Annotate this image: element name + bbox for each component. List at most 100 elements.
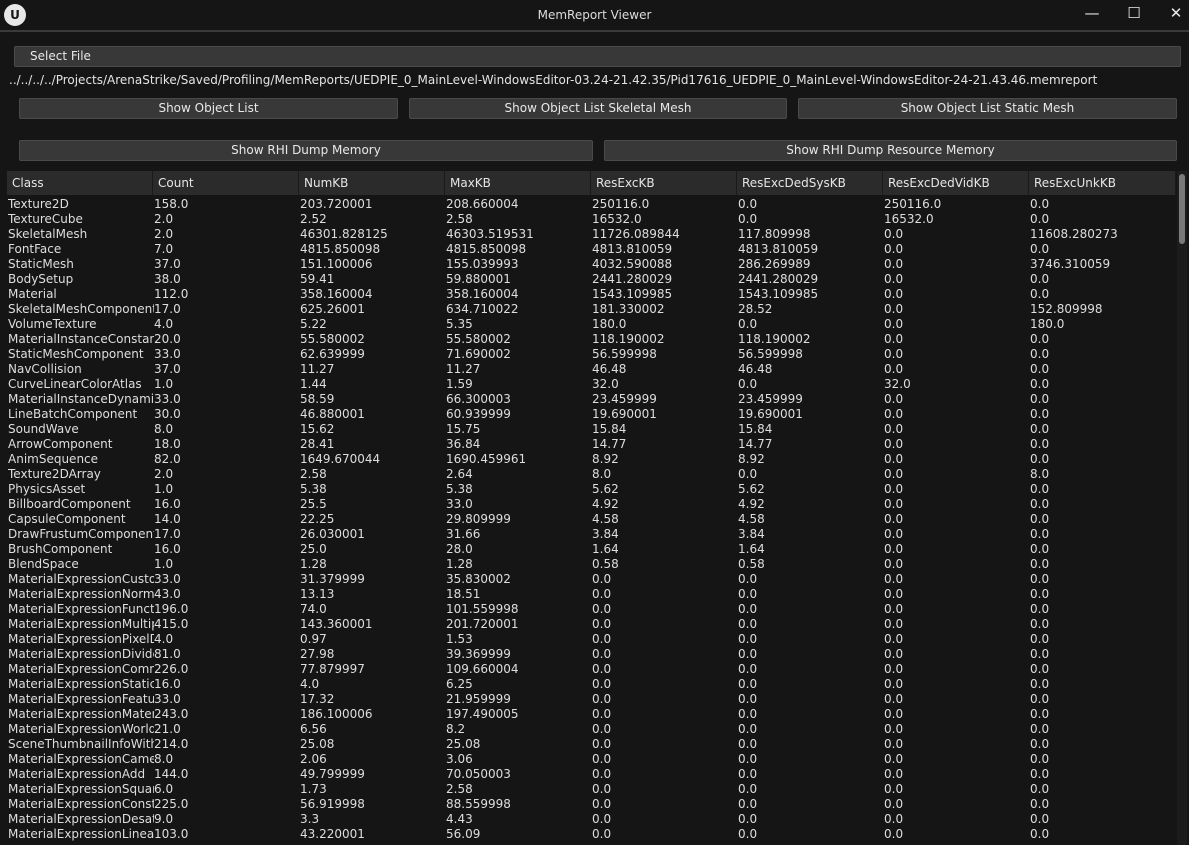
minimize-icon[interactable]: — xyxy=(1075,2,1109,24)
table-cell: 1.44 xyxy=(300,377,327,391)
show-rhi-dump-button[interactable]: Show RHI Dump Memory xyxy=(19,140,593,161)
scrollbar-thumb[interactable] xyxy=(1179,174,1185,244)
table-cell: 33.0 xyxy=(154,392,181,406)
table-cell: 0.0 xyxy=(1030,437,1050,451)
show-object-list-button[interactable]: Show Object List xyxy=(19,98,398,119)
table-cell: 0.0 xyxy=(738,317,758,331)
table-row[interactable]: PhysicsAsset 1.0 5.38 5.38 5.62 5.62 0.0 0.0 xyxy=(7,482,1176,497)
table-cell: 0.0 xyxy=(884,287,904,301)
table-cell: 21.0 xyxy=(154,722,181,736)
table-row[interactable]: MaterialInstanceDynamic 33.0 58.59 66.30000… xyxy=(7,392,1176,407)
column-header[interactable]: ResExcUnkKB xyxy=(1029,171,1176,195)
table-row[interactable]: CurveLinearColorAtlas 1.0 1.44 1.59 32.0 0.0 3… xyxy=(7,377,1176,392)
table-cell: 0.58 xyxy=(738,557,765,571)
table-cell: 2.0 xyxy=(154,467,174,481)
table-row[interactable]: MaterialExpressionMultiply 415.0 143.36000… xyxy=(7,617,1176,632)
table-row[interactable]: MaterialExpressionCustom 33.0 31.379999 35.… xyxy=(7,572,1176,587)
table-row[interactable]: Texture2DArray 2.0 2.58 2.64 8.0 0.0 0.0 8.0 xyxy=(7,467,1176,482)
table-cell: 0.0 xyxy=(592,662,612,676)
column-header[interactable]: MaxKB xyxy=(445,171,591,195)
table-cell: SceneThumbnailInfoWithPrimitive xyxy=(8,737,154,751)
table-cell: 0.0 xyxy=(1030,767,1050,781)
table-cell: 59.880001 xyxy=(446,272,511,286)
table-row[interactable]: AnimSequence 82.0 1649.670044 1690.459961 8.… xyxy=(7,452,1176,467)
column-header[interactable]: Class xyxy=(7,171,153,195)
table-cell: 0.0 xyxy=(738,662,758,676)
table-row[interactable]: MaterialExpressionNormalize43.0 13.13 18.5… xyxy=(7,587,1176,602)
table-cell: 4032.590088 xyxy=(592,257,673,271)
show-object-list-skeletal-button[interactable]: Show Object List Skeletal Mesh xyxy=(409,98,787,119)
table-row[interactable]: MaterialExpressionDivide 81.0 27.98 39.3699… xyxy=(7,647,1176,662)
show-rhi-dump-resource-button[interactable]: Show RHI Dump Resource Memory xyxy=(604,140,1177,161)
table-row[interactable]: MaterialInstanceConstant 20.0 55.580002 55.… xyxy=(7,332,1176,347)
table-cell: 0.0 xyxy=(738,197,758,211)
column-header[interactable]: Count xyxy=(153,171,299,195)
table-row[interactable]: NavCollision 37.0 11.27 11.27 46.48 46.48 0.0 0… xyxy=(7,362,1176,377)
table-cell: CurveLinearColorAtlas xyxy=(8,377,142,391)
table-cell: 358.160004 xyxy=(446,287,519,301)
table-row[interactable]: MaterialExpressionLinearInterpolate103.0… xyxy=(7,827,1176,842)
table-row[interactable]: MaterialExpressionSquareRoot6.0 1.73 2.58 0… xyxy=(7,782,1176,797)
table-cell: 0.0 xyxy=(884,827,904,841)
table-cell: 0.0 xyxy=(1030,797,1050,811)
table-cell: 0.0 xyxy=(1030,197,1050,211)
column-header[interactable]: NumKB xyxy=(299,171,445,195)
table-row[interactable]: StaticMeshComponent 33.0 62.639999 71.69000… xyxy=(7,347,1176,362)
table-row[interactable]: MaterialExpressionAdd 144.0 49.799999 70.05… xyxy=(7,767,1176,782)
table-row[interactable]: BodySetup 38.0 59.41 59.880001 2441.280029 24… xyxy=(7,272,1176,287)
table-row[interactable]: ArrowComponent 18.0 28.41 36.84 14.77 14.77 0.… xyxy=(7,437,1176,452)
table-cell: 18.0 xyxy=(154,437,181,451)
table-row[interactable]: BrushComponent 16.0 25.0 28.0 1.64 1.64 0.0 0.0 xyxy=(7,542,1176,557)
table-row[interactable]: MaterialExpressionMaterialFunctionCall24… xyxy=(7,707,1176,722)
table-cell: 2.58 xyxy=(300,467,327,481)
column-header[interactable]: ResExcDedVidKB xyxy=(883,171,1029,195)
column-header[interactable]: ResExcDedSysKB xyxy=(737,171,883,195)
table-row[interactable]: LineBatchComponent 30.0 46.880001 60.939999… xyxy=(7,407,1176,422)
table-row[interactable]: TextureCube 2.0 2.52 2.58 16532.0 0.0 16532.0 0… xyxy=(7,212,1176,227)
show-object-list-static-button[interactable]: Show Object List Static Mesh xyxy=(798,98,1177,119)
table-cell: 60.939999 xyxy=(446,407,511,421)
table-row[interactable]: MaterialExpressionConstant225.0 56.919998… xyxy=(7,797,1176,812)
table-row[interactable]: DrawFrustumComponent 17.0 26.030001 31.66 3.… xyxy=(7,527,1176,542)
table-cell: 0.0 xyxy=(738,617,758,631)
table-cell: MaterialExpressionMaterialFunctionCall xyxy=(8,707,154,721)
table-cell: 0.0 xyxy=(1030,812,1050,826)
table-row[interactable]: Texture2D 158.0 203.720001 208.660004 250116… xyxy=(7,197,1176,212)
table-cell: MaterialExpressionComment xyxy=(8,662,154,676)
maximize-icon[interactable]: ☐ xyxy=(1117,2,1151,24)
table-cell: 37.0 xyxy=(154,257,181,271)
table-row[interactable]: CapsuleComponent 14.0 22.25 29.809999 4.58 4.… xyxy=(7,512,1176,527)
table-cell: 0.0 xyxy=(1030,392,1050,406)
table-row[interactable]: VolumeTexture 4.0 5.22 5.35 180.0 0.0 0.0 180.0 xyxy=(7,317,1176,332)
table-row[interactable]: MaterialExpressionWorldPosition21.0 6.56 8… xyxy=(7,722,1176,737)
table-cell: 46303.519531 xyxy=(446,227,534,241)
table-row[interactable]: StaticMesh 37.0 151.100006 155.039993 4032.5… xyxy=(7,257,1176,272)
table-cell: 0.0 xyxy=(1030,572,1050,586)
table-row[interactable]: MaterialExpressionCameraPositionWS8.0 2.0… xyxy=(7,752,1176,767)
table-cell: 81.0 xyxy=(154,647,181,661)
table-row[interactable]: SoundWave 8.0 15.62 15.75 15.84 15.84 0.0 0.0 xyxy=(7,422,1176,437)
table-cell: 8.0 xyxy=(154,752,174,766)
table-row[interactable]: MaterialExpressionDesaturation9.0 3.3 4.43… xyxy=(7,812,1176,827)
table-cell: 71.690002 xyxy=(446,347,511,361)
vertical-scrollbar[interactable] xyxy=(1177,171,1187,845)
table-row[interactable]: FontFace 7.0 4815.850098 4815.850098 4813.81… xyxy=(7,242,1176,257)
table-cell: 0.0 xyxy=(884,722,904,736)
column-header[interactable]: ResExcKB xyxy=(591,171,737,195)
table-cell: MaterialExpressionConstant xyxy=(8,797,154,811)
table-row[interactable]: MaterialExpressionFunctionCall196.0 74.0 1… xyxy=(7,602,1176,617)
table-cell: VolumeTexture xyxy=(8,317,97,331)
table-row[interactable]: SkeletalMesh 2.0 46301.828125 46303.519531 1… xyxy=(7,227,1176,242)
select-file-button[interactable]: Select File xyxy=(14,46,1181,67)
table-row[interactable]: BillboardComponent 16.0 25.5 33.0 4.92 4.92 0.… xyxy=(7,497,1176,512)
close-icon[interactable]: ✕ xyxy=(1159,2,1189,24)
table-row[interactable]: MaterialExpressionPixelDepth4.0 0.97 1.53 0… xyxy=(7,632,1176,647)
table-row[interactable]: SkeletalMeshComponent 17.0 625.26001 634.71… xyxy=(7,302,1176,317)
table-row[interactable]: Material 112.0 358.160004 358.160004 1543.10… xyxy=(7,287,1176,302)
table-row[interactable]: MaterialExpressionStaticBool16.0 4.0 6.25 0… xyxy=(7,677,1176,692)
table-cell: 16.0 xyxy=(154,497,181,511)
table-row[interactable]: MaterialExpressionComment226.0 77.879997 1… xyxy=(7,662,1176,677)
table-row[interactable]: BlendSpace 1.0 1.28 1.28 0.58 0.58 0.0 0.0 xyxy=(7,557,1176,572)
table-row[interactable]: MaterialExpressionFeatureLevelSwitch33.0… xyxy=(7,692,1176,707)
table-row[interactable]: SceneThumbnailInfoWithPrimitive214.0 25.0… xyxy=(7,737,1176,752)
